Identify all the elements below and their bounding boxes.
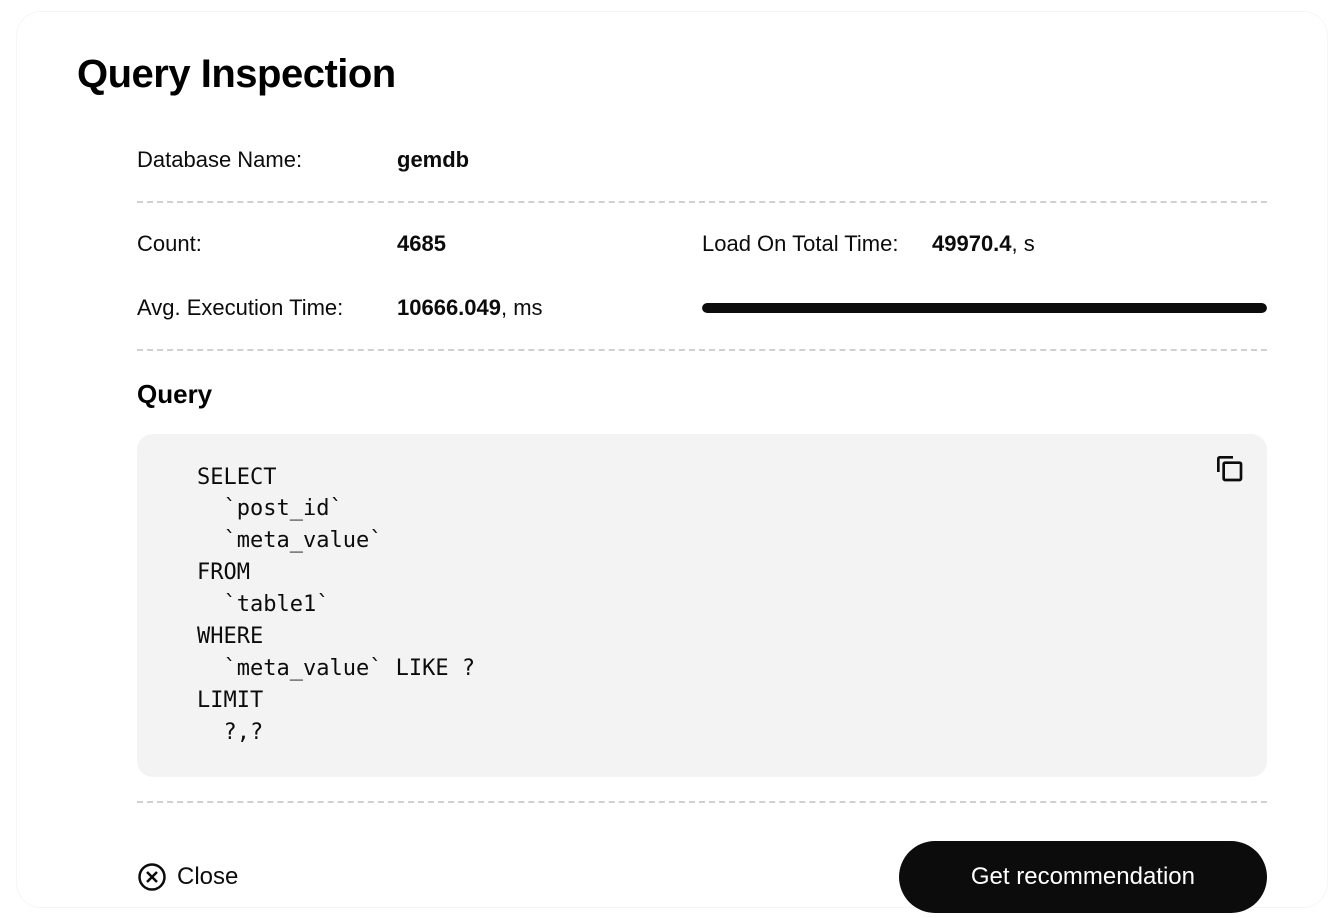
- query-inspection-dialog: Query Inspection Database Name: gemdb Co…: [17, 12, 1327, 907]
- load-progress-fill: [702, 303, 1267, 313]
- load-label: Load On Total Time:: [702, 231, 932, 257]
- avg-unit: , ms: [501, 295, 543, 320]
- count-load-row: Count: 4685 Load On Total Time: 49970.4,…: [137, 221, 1267, 267]
- db-row: Database Name: gemdb: [137, 137, 1267, 183]
- metrics-row-group: Count: 4685 Load On Total Time: 49970.4,…: [137, 203, 1267, 351]
- query-heading: Query: [137, 379, 1267, 410]
- close-button[interactable]: Close: [137, 862, 238, 892]
- count-label: Count:: [137, 231, 397, 257]
- divider: [137, 801, 1267, 803]
- avg-progress-row: Avg. Execution Time: 10666.049, ms: [137, 285, 1267, 331]
- close-label: Close: [177, 863, 238, 891]
- close-icon: [137, 862, 167, 892]
- load-unit: , s: [1012, 231, 1035, 256]
- copy-button[interactable]: [1213, 452, 1245, 484]
- get-recommendation-button[interactable]: Get recommendation: [899, 841, 1267, 913]
- footer-actions: Close Get recommendation: [137, 831, 1267, 913]
- load-number: 49970.4: [932, 231, 1012, 256]
- load-progress-track: [702, 303, 1267, 313]
- load-value: 49970.4, s: [932, 231, 1035, 257]
- count-value: 4685: [397, 231, 446, 257]
- database-value: gemdb: [397, 147, 469, 173]
- query-code-block: SELECT `post_id` `meta_value` FROM `tabl…: [137, 434, 1267, 777]
- query-sql: SELECT `post_id` `meta_value` FROM `tabl…: [197, 465, 475, 745]
- database-label: Database Name:: [137, 147, 397, 173]
- content-area: Database Name: gemdb Count: 4685 Load On…: [77, 137, 1267, 913]
- copy-icon: [1213, 452, 1245, 484]
- page-title: Query Inspection: [77, 52, 1267, 97]
- avg-value: 10666.049, ms: [397, 295, 543, 321]
- avg-number: 10666.049: [397, 295, 501, 320]
- avg-label: Avg. Execution Time:: [137, 295, 397, 321]
- db-row-group: Database Name: gemdb: [137, 137, 1267, 203]
